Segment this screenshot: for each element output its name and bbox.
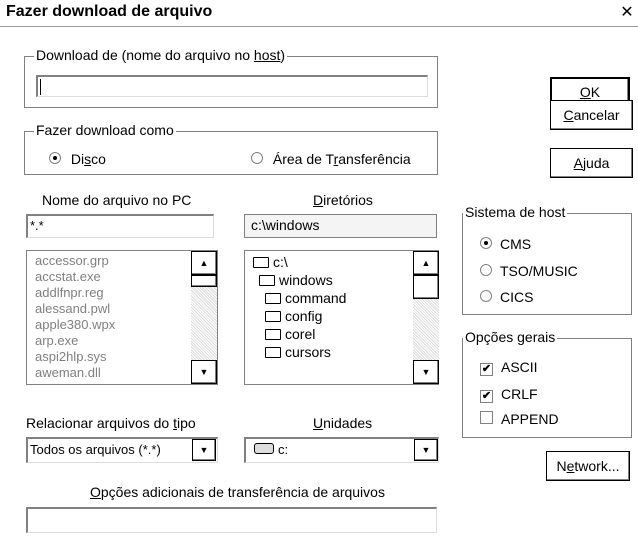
directory-item-label: windows xyxy=(279,272,333,288)
drives-label: Unidades xyxy=(313,415,373,431)
scroll-down-icon[interactable]: ▼ xyxy=(191,360,217,384)
radio-area-label: Área de Transferência xyxy=(272,151,411,167)
directory-item-label: c:\ xyxy=(273,254,288,270)
file-list-item[interactable]: aspi2hlp.sys xyxy=(35,349,185,365)
directory-item[interactable]: config xyxy=(253,307,413,325)
checkbox-append-label: APPEND xyxy=(501,411,559,427)
directory-item[interactable]: c:\ xyxy=(253,253,413,271)
checkbox-append-box[interactable] xyxy=(480,411,493,424)
radio-disco-label: Disco xyxy=(70,151,106,167)
radio-cics-button[interactable] xyxy=(480,290,492,302)
folder-icon xyxy=(265,329,281,340)
directory-item-label: command xyxy=(285,290,347,306)
radio-disco[interactable]: Disco xyxy=(49,151,106,167)
directory-item[interactable]: command xyxy=(253,289,413,307)
radio-area-button[interactable] xyxy=(251,152,263,164)
file-type-select[interactable]: Todos os arquivos (*.*) ▼ xyxy=(26,437,218,463)
host-system-legend: Sistema de host xyxy=(463,204,568,220)
checkbox-crlf[interactable]: ✔ CRLF xyxy=(480,386,538,403)
close-icon[interactable]: ✕ xyxy=(618,2,636,22)
file-list-item[interactable]: accessor.grp xyxy=(35,253,185,269)
radio-tso-button[interactable] xyxy=(480,264,492,276)
title-bar: Fazer download de arquivo ✕ xyxy=(0,0,638,27)
pc-file-label: Nome do arquivo no PC xyxy=(42,192,192,208)
download-from-input[interactable] xyxy=(36,75,428,97)
checkbox-crlf-label: CRLF xyxy=(501,386,538,402)
checkbox-ascii[interactable]: ✔ ASCII xyxy=(480,359,538,376)
window-title: Fazer download de arquivo xyxy=(6,3,213,20)
scroll-down-icon[interactable]: ▼ xyxy=(413,360,439,384)
directory-item-label: corel xyxy=(285,326,316,342)
network-button[interactable]: Network... xyxy=(546,451,630,481)
cancel-button[interactable]: Cancelar xyxy=(550,100,633,130)
file-list-item[interactable]: aweman.dll xyxy=(35,365,185,381)
folder-icon xyxy=(265,311,281,322)
file-list-item[interactable]: arp.exe xyxy=(35,333,185,349)
directory-item[interactable]: windows xyxy=(253,271,413,289)
radio-disco-button[interactable] xyxy=(49,152,61,164)
general-options-legend: Opções gerais xyxy=(463,329,558,345)
radio-cms-button[interactable] xyxy=(480,237,492,249)
file-list[interactable]: accessor.grp accstat.exe addlfnpr.reg aless… xyxy=(26,250,218,385)
open-folder-icon xyxy=(253,257,269,268)
file-list-scroll-thumb[interactable] xyxy=(191,275,217,287)
dropdown-arrow-icon[interactable]: ▼ xyxy=(414,439,438,461)
checkbox-crlf-box[interactable]: ✔ xyxy=(480,390,493,403)
extra-options-input[interactable] xyxy=(26,507,437,533)
directory-list[interactable]: c:\ windows command config corel cursors ▲ ▼ xyxy=(244,250,439,385)
radio-cms-label: CMS xyxy=(500,236,532,252)
directory-item-label: cursors xyxy=(285,344,331,360)
scroll-up-icon[interactable]: ▲ xyxy=(413,251,439,275)
file-list-item[interactable]: addlfnpr.reg xyxy=(35,285,185,301)
radio-area-transferencia[interactable]: Área de Transferência xyxy=(251,151,411,167)
file-type-label: Relacionar arquivos do tipo xyxy=(26,415,196,431)
file-list-item[interactable]: alessand.pwl xyxy=(35,301,185,317)
drives-select[interactable]: c: ▼ xyxy=(244,437,439,463)
open-folder-icon xyxy=(259,275,275,286)
file-list-item[interactable]: accstat.exe xyxy=(35,269,185,285)
scroll-up-icon[interactable]: ▲ xyxy=(191,251,217,275)
radio-tso-music[interactable]: TSO/MUSIC xyxy=(480,263,578,279)
radio-cics[interactable]: CICS xyxy=(480,289,533,305)
download-as-legend: Fazer download como xyxy=(34,122,176,138)
directory-item[interactable]: cursors xyxy=(253,343,413,361)
pc-file-input[interactable]: *.* xyxy=(26,214,214,238)
dropdown-arrow-icon[interactable]: ▼ xyxy=(192,439,216,461)
file-list-item[interactable]: apple380.wpx xyxy=(35,317,185,333)
checkbox-append[interactable]: APPEND xyxy=(480,411,559,427)
download-from-legend: Download de (nome do arquivo no host) xyxy=(34,47,288,63)
checkbox-ascii-box[interactable]: ✔ xyxy=(480,363,493,376)
radio-cics-label: CICS xyxy=(500,289,534,305)
directory-path: c:\windows xyxy=(244,214,437,238)
drives-value: c: xyxy=(278,442,289,457)
checkbox-ascii-label: ASCII xyxy=(501,359,538,375)
directories-label: Diretórios xyxy=(313,192,373,208)
file-type-value: Todos os arquivos (*.*) xyxy=(30,442,161,457)
drive-icon xyxy=(254,443,274,454)
directory-item-label: config xyxy=(285,308,323,324)
radio-tso-label: TSO/MUSIC xyxy=(500,263,578,279)
directory-list-scroll-thumb[interactable] xyxy=(413,275,439,299)
directory-item[interactable]: corel xyxy=(253,325,413,343)
folder-icon xyxy=(265,293,281,304)
help-button[interactable]: Ajuda xyxy=(550,148,633,178)
extra-options-label: Opções adicionais de transferência de ar… xyxy=(90,484,385,500)
folder-icon xyxy=(265,347,281,358)
radio-cms[interactable]: CMS xyxy=(480,236,531,252)
